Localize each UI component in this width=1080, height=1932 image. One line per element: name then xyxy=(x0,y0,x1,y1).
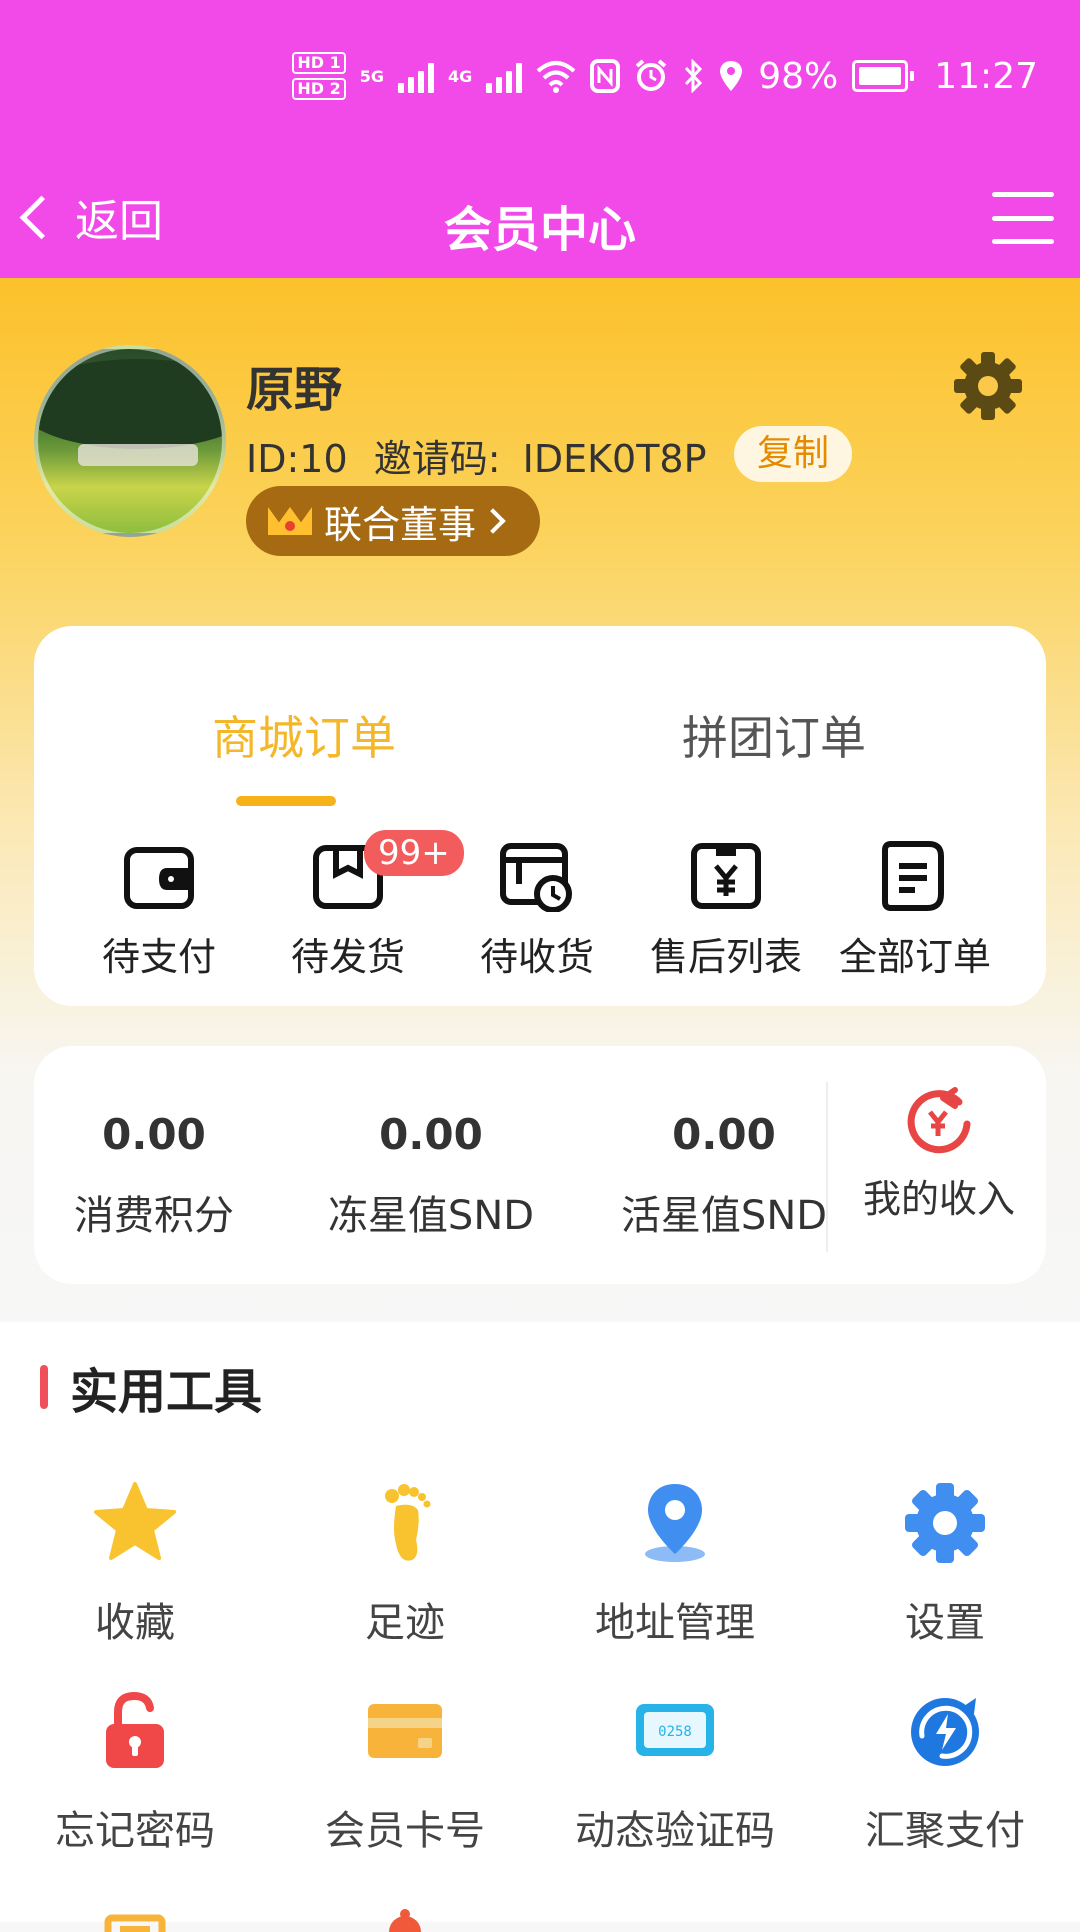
asset-label: 冻星值SND xyxy=(327,1193,535,1239)
tool-address[interactable]: 地址管理 xyxy=(540,1480,810,1648)
title-accent xyxy=(40,1365,48,1409)
order-item-label: 售后列表 xyxy=(649,935,802,979)
my-income-button[interactable]: 我的收入 xyxy=(844,1084,1034,1223)
level-badge[interactable]: 联合董事 xyxy=(246,486,540,556)
alarm-icon xyxy=(635,59,667,91)
tool-more-1[interactable] xyxy=(0,1892,270,1932)
avatar[interactable] xyxy=(34,345,226,537)
order-after-sales[interactable]: 售后列表 xyxy=(631,840,821,981)
tool-aggregate-pay[interactable]: 汇聚支付 xyxy=(810,1688,1080,1856)
nfc-icon xyxy=(590,59,621,93)
tab-mall-orders[interactable]: 商城订单 xyxy=(212,702,396,768)
card-icon xyxy=(368,1704,442,1758)
sim2-tag: HD 2 xyxy=(292,78,346,100)
user-id: ID:10 xyxy=(246,437,348,481)
bluetooth-icon xyxy=(685,59,703,93)
tool-dynamic-code[interactable]: 0258 动态验证码 xyxy=(540,1688,810,1856)
footprint-icon xyxy=(385,1484,431,1561)
chevron-right-icon xyxy=(480,508,506,534)
order-item-label: 待发货 xyxy=(290,935,405,979)
id-line: ID:10 邀请码: IDEK0T8P xyxy=(246,428,707,483)
status-bar: HD 1 HD 2 5G 4G 98% 11:27 xyxy=(0,0,1080,160)
tool-forgot-password[interactable]: 忘记密码 xyxy=(0,1688,270,1856)
assets-card: 0.00 消费积分 0.00 冻星值SND 0.00 活星值SND 我的收入 xyxy=(34,1046,1046,1284)
tool-label: 忘记密码 xyxy=(55,1808,215,1854)
star-icon xyxy=(94,1482,176,1560)
tools-section: 实用工具 收藏 足迹 地址管理 设置 忘记密码 会员卡号 0258 动态验证码 … xyxy=(0,1322,1080,1932)
wallet-icon xyxy=(124,847,194,909)
document-icon xyxy=(104,1914,166,1932)
tool-favorites[interactable]: 收藏 xyxy=(0,1480,270,1648)
tool-footprints[interactable]: 足迹 xyxy=(270,1480,540,1648)
tool-label: 汇聚支付 xyxy=(865,1808,1025,1854)
invite-code: IDEK0T8P xyxy=(522,437,707,481)
order-pending-payment[interactable]: 待支付 xyxy=(64,840,254,981)
order-pending-receipt[interactable]: 待收货 xyxy=(442,840,632,981)
tool-label: 动态验证码 xyxy=(575,1808,775,1854)
asset-active-star[interactable]: 0.00 活星值SND xyxy=(589,1110,826,1241)
gear-icon xyxy=(905,1483,985,1563)
section-title: 实用工具 xyxy=(40,1352,262,1422)
sim-indicators: HD 1 HD 2 xyxy=(292,52,346,100)
tool-label: 地址管理 xyxy=(595,1600,755,1646)
unlock-icon xyxy=(106,1691,164,1768)
asset-value: 0.00 xyxy=(379,1110,483,1159)
copy-button[interactable]: 复制 xyxy=(734,426,852,482)
tool-label: 会员卡号 xyxy=(325,1808,485,1854)
income-label: 我的收入 xyxy=(862,1177,1015,1221)
nav-bar: 返回 会员中心 xyxy=(0,160,1080,278)
asset-frozen-star[interactable]: 0.00 冻星值SND xyxy=(296,1110,566,1241)
active-tab-indicator xyxy=(236,796,336,806)
user-name: 原野 xyxy=(246,362,343,418)
asset-label: 活星值SND xyxy=(620,1193,826,1239)
settings-gear-icon[interactable] xyxy=(952,350,1024,422)
order-item-label: 待支付 xyxy=(101,935,216,979)
sim1-tag: HD 1 xyxy=(292,52,346,74)
asset-value: 0.00 xyxy=(672,1110,776,1159)
orders-card: 商城订单 拼团订单 待支付 待发货 待收货 售后列表 全部订单 99+ xyxy=(34,626,1046,1006)
code-icon: 0258 xyxy=(636,1704,714,1756)
tool-label: 设置 xyxy=(905,1600,985,1646)
order-item-label: 全部订单 xyxy=(838,935,991,979)
divider xyxy=(826,1082,828,1252)
yen-receipt-icon xyxy=(691,843,761,909)
tool-label: 足迹 xyxy=(365,1600,445,1646)
page-title: 会员中心 xyxy=(443,202,636,258)
invite-label: 邀请码: xyxy=(373,437,501,481)
location-status-icon xyxy=(720,61,743,91)
tool-more-2[interactable] xyxy=(270,1892,540,1932)
asset-value: 0.00 xyxy=(102,1110,206,1159)
menu-icon[interactable] xyxy=(992,192,1054,244)
assets-scroll[interactable]: 0.00 消费积分 0.00 冻星值SND 0.00 活星值SND xyxy=(34,1046,826,1284)
level-label: 联合董事 xyxy=(324,502,477,547)
refresh-bolt-icon xyxy=(911,1698,979,1766)
delivery-clock-icon xyxy=(500,843,572,912)
tool-settings[interactable]: 设置 xyxy=(810,1480,1080,1648)
signal-icon xyxy=(397,59,434,93)
battery-percent: 98% xyxy=(758,55,839,97)
asset-points[interactable]: 0.00 消费积分 xyxy=(34,1110,274,1241)
location-pin-icon xyxy=(645,1484,705,1562)
order-all[interactable]: 全部订单 xyxy=(820,840,1010,981)
tool-label: 收藏 xyxy=(95,1600,175,1646)
net2-label: 4G xyxy=(447,66,473,86)
document-list-icon xyxy=(882,841,944,911)
tab-group-orders[interactable]: 拼团订单 xyxy=(682,702,866,768)
tools-title-text: 实用工具 xyxy=(70,1364,263,1420)
order-item-label: 待收货 xyxy=(479,935,594,979)
signal-icon-2 xyxy=(486,59,523,93)
asset-label: 消费积分 xyxy=(74,1193,234,1239)
code-digits: 0258 xyxy=(658,1724,692,1740)
crown-icon xyxy=(268,501,312,541)
net1-label: 5G xyxy=(359,66,384,86)
battery-icon xyxy=(852,60,915,92)
wifi-icon xyxy=(536,61,576,93)
clock: 11:27 xyxy=(934,55,1038,97)
count-badge: 99+ xyxy=(364,830,464,876)
bell-icon xyxy=(389,1909,421,1932)
yen-refresh-icon xyxy=(907,1087,971,1154)
tool-member-card[interactable]: 会员卡号 xyxy=(270,1688,540,1856)
status-icons: HD 1 HD 2 5G 4G 98% 11:27 xyxy=(292,52,1038,100)
